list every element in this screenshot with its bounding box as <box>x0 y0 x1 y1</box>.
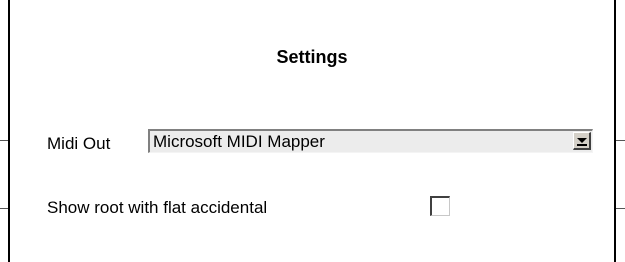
midi-out-select[interactable]: Microsoft MIDI Mapper <box>148 129 593 153</box>
window-border-right <box>614 0 616 262</box>
frame-tick <box>616 140 625 141</box>
show-root-flat-label: Show root with flat accidental <box>47 198 268 217</box>
dialog-title: Settings <box>276 47 348 67</box>
frame-tick <box>0 208 8 209</box>
frame-tick <box>0 140 8 141</box>
midi-out-dropdown-button[interactable] <box>573 132 591 150</box>
dropdown-underline-icon <box>577 144 587 146</box>
chevron-down-icon <box>577 138 587 143</box>
settings-dialog: Settings Midi Out Microsoft MIDI Mapper … <box>0 0 625 262</box>
frame-tick <box>616 208 625 209</box>
midi-out-selected-value: Microsoft MIDI Mapper <box>153 132 325 151</box>
midi-out-label: Midi Out <box>47 134 111 153</box>
show-root-flat-checkbox[interactable] <box>430 196 450 216</box>
window-border-left <box>8 0 10 262</box>
